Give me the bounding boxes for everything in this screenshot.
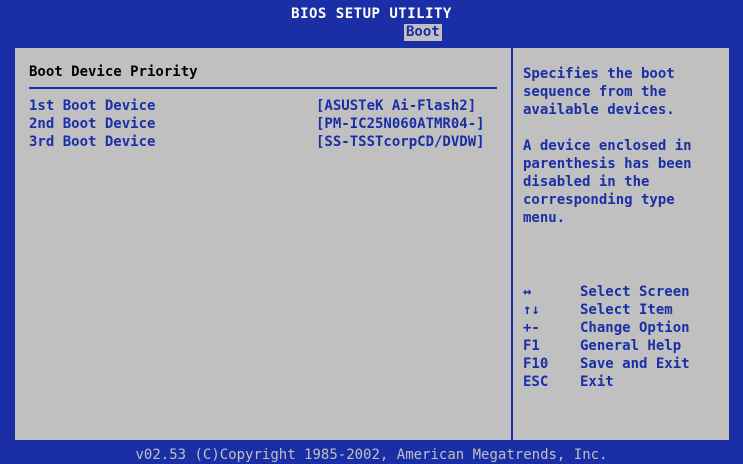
tab-boot[interactable]: Boot (404, 24, 442, 41)
key-f1: F1 (523, 338, 540, 354)
key-description: Select Item (580, 302, 673, 318)
key-legend-row: +- Change Option (523, 319, 723, 337)
key-description: Exit (580, 374, 614, 390)
key-description: Select Screen (580, 284, 690, 300)
boot-device-label: 1st Boot Device (29, 98, 156, 114)
key-description: General Help (580, 338, 682, 354)
arrows-horizontal-icon: ↔ (523, 284, 532, 300)
boot-device-row-1[interactable]: 1st Boot Device [ASUSTeK Ai-Flash2] (29, 98, 499, 115)
key-description: Change Option (580, 320, 690, 336)
key-legend-row: ↔ Select Screen (523, 283, 723, 301)
key-esc: ESC (523, 374, 549, 390)
section-divider (29, 87, 497, 89)
arrows-vertical-icon: ↑↓ (523, 302, 540, 318)
section-title: Boot Device Priority (29, 64, 198, 80)
boot-device-value[interactable]: [ASUSTeK Ai-Flash2] (316, 98, 476, 114)
plus-minus-icon: +- (523, 320, 540, 336)
help-text: Specifies the boot sequence from the ava… (523, 66, 675, 118)
key-legend-row: ESC Exit (523, 373, 723, 391)
boot-device-label: 3rd Boot Device (29, 134, 156, 150)
app-title: BIOS SETUP UTILITY (291, 6, 452, 22)
key-legend-row: ↑↓ Select Item (523, 301, 723, 319)
bios-header: BIOS SETUP UTILITY Boot (0, 0, 743, 46)
boot-device-label: 2nd Boot Device (29, 116, 156, 132)
boot-device-row-2[interactable]: 2nd Boot Device [PM-IC25N060ATMR04-] (29, 116, 499, 133)
boot-device-value[interactable]: [SS-TSSTcorpCD/DVDW] (316, 134, 485, 150)
key-legend-row: F10 Save and Exit (523, 355, 723, 373)
key-f10: F10 (523, 356, 549, 372)
help-text-note: A device enclosed in parenthesis has bee… (523, 138, 692, 226)
key-legend-row: F1 General Help (523, 337, 723, 355)
boot-device-row-3[interactable]: 3rd Boot Device [SS-TSSTcorpCD/DVDW] (29, 134, 499, 151)
help-panel: Specifies the boot sequence from the ava… (523, 65, 723, 245)
panel-divider (511, 46, 513, 442)
boot-device-value[interactable]: [PM-IC25N060ATMR04-] (316, 116, 485, 132)
key-legend: ↔ Select Screen ↑↓ Select Item +- Change… (523, 283, 723, 391)
key-description: Save and Exit (580, 356, 690, 372)
copyright-footer: v02.53 (C)Copyright 1985-2002, American … (135, 447, 608, 463)
